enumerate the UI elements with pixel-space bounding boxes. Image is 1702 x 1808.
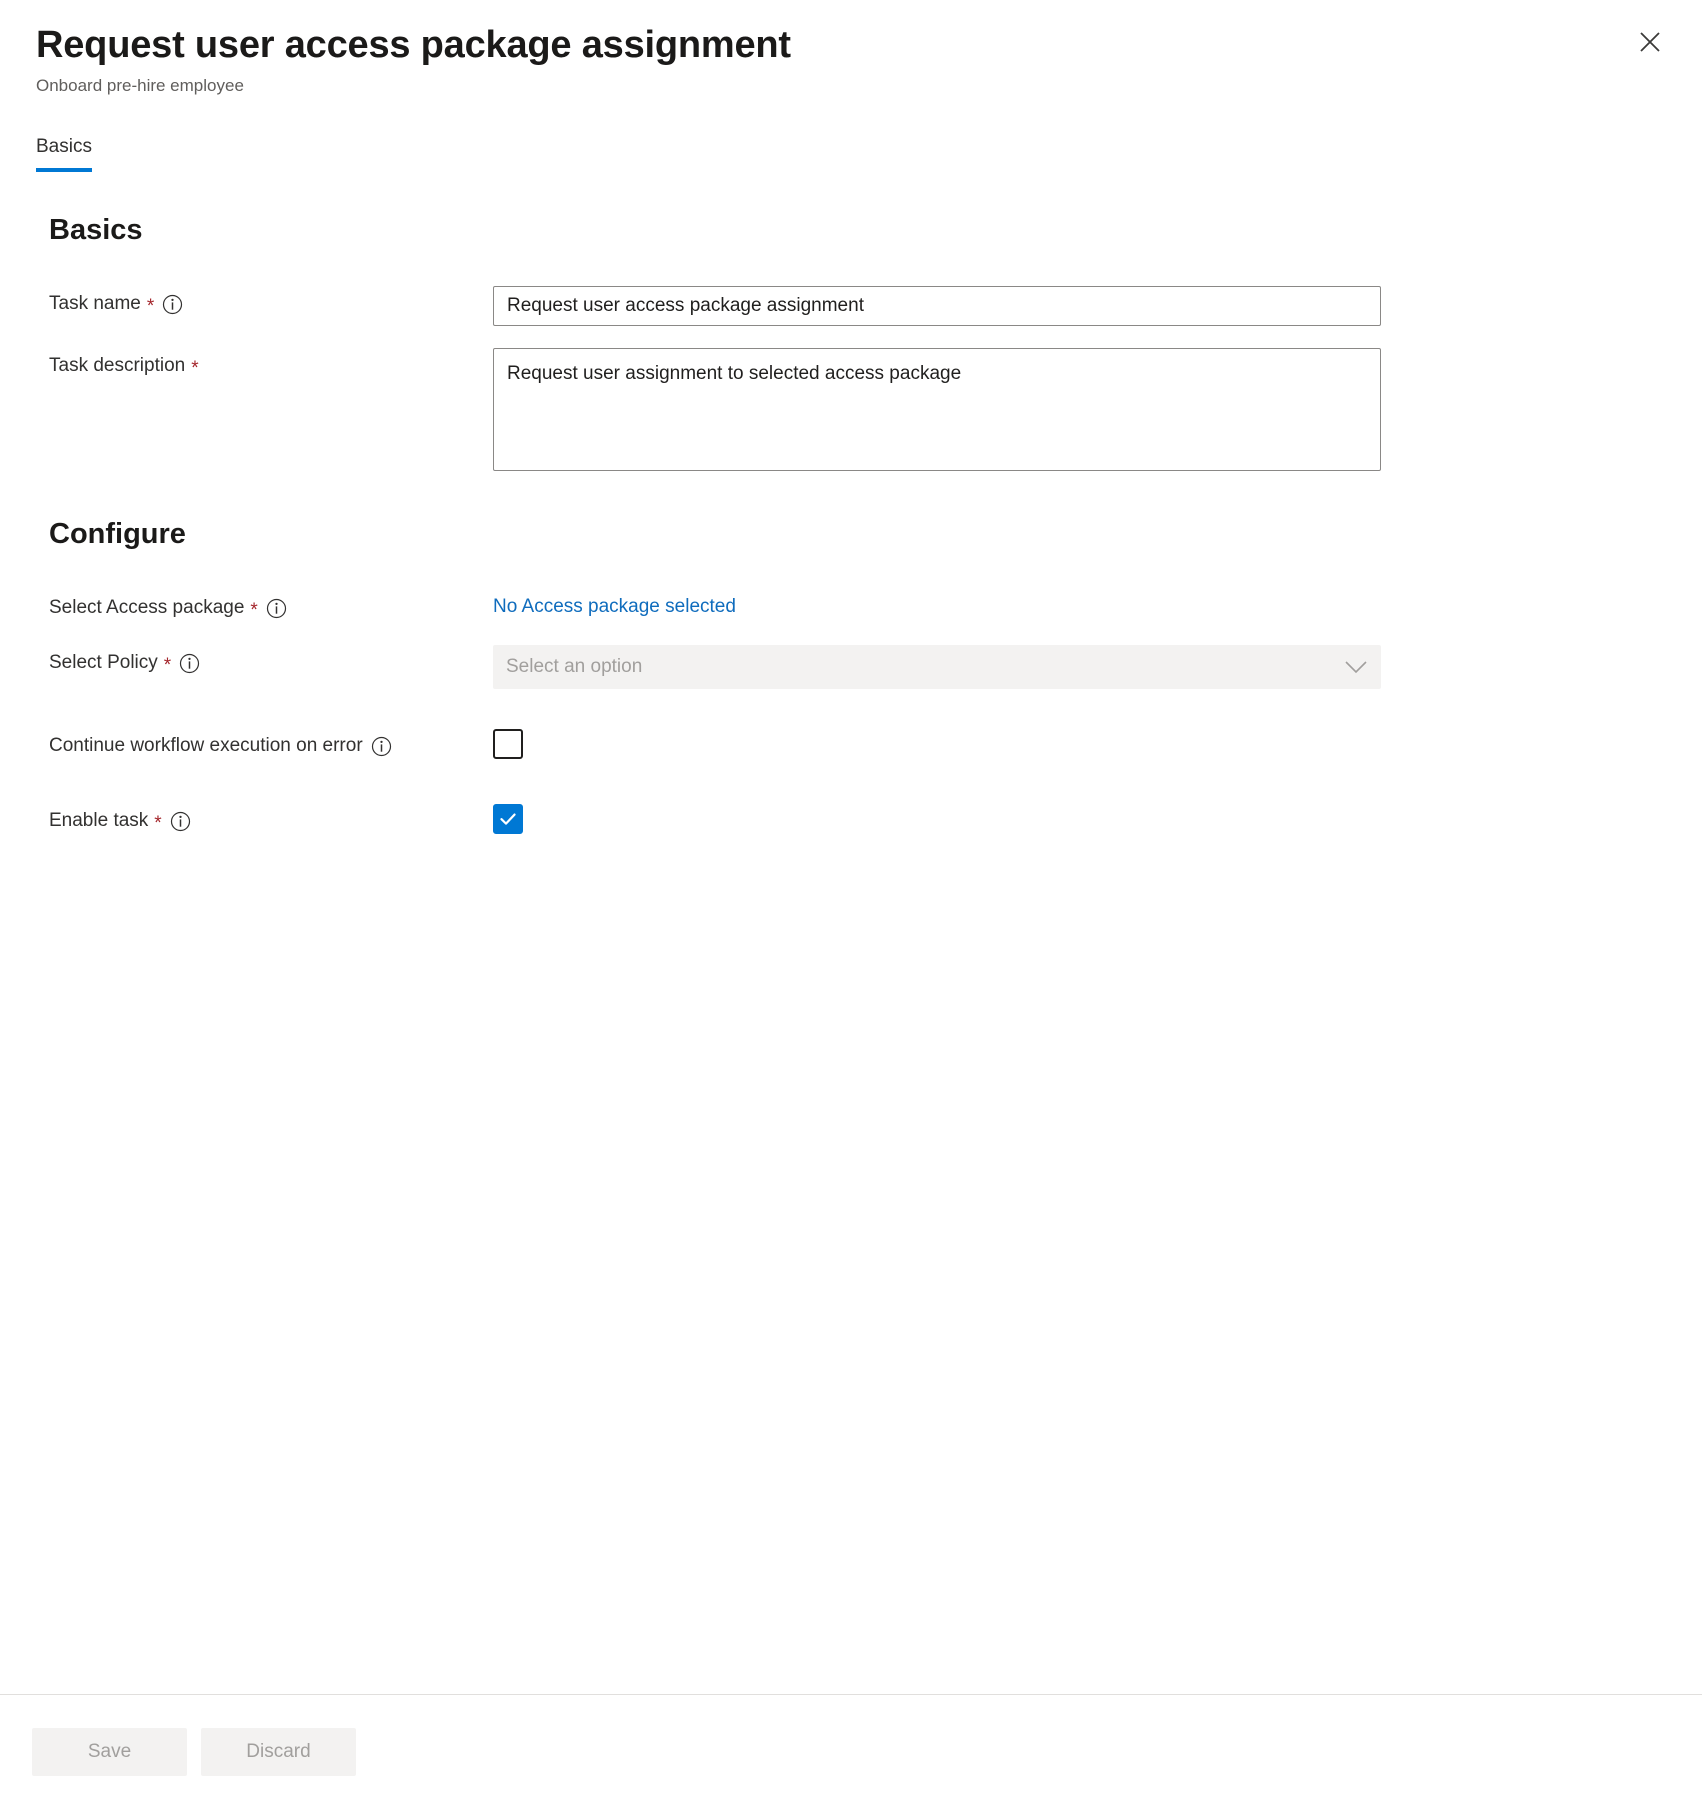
footer-command-bar: Save Discard: [0, 1694, 1702, 1808]
tab-basics-label: Basics: [36, 136, 92, 157]
page-header: Request user access package assignment O…: [0, 0, 1702, 98]
section-heading-configure: Configure: [49, 518, 1666, 551]
field-label-select-access-package: Select Access package *: [49, 590, 493, 621]
select-access-package-label-text: Select Access package: [49, 595, 244, 621]
info-icon[interactable]: [266, 598, 287, 619]
select-policy-dropdown-value: Select an option: [506, 656, 642, 678]
form-row-task-description: Task description *: [49, 348, 1666, 471]
page-subtitle: Onboard pre-hire employee: [36, 74, 1666, 98]
field-label-continue-on-error: Continue workflow execution on error: [49, 728, 493, 759]
field-label-task-name: Task name *: [49, 286, 493, 317]
info-icon[interactable]: [371, 736, 392, 757]
continue-on-error-checkbox[interactable]: [493, 729, 523, 759]
select-policy-dropdown[interactable]: Select an option: [493, 645, 1381, 689]
task-description-textarea[interactable]: [493, 348, 1381, 471]
select-access-package-required-marker: *: [250, 601, 257, 620]
no-access-package-selected-link[interactable]: No Access package selected: [493, 590, 736, 620]
tab-strip: Basics: [0, 136, 1702, 172]
enable-task-required-marker: *: [154, 814, 161, 833]
page-title: Request user access package assignment: [36, 22, 1666, 68]
select-policy-label-text: Select Policy: [49, 650, 158, 676]
task-name-label-text: Task name: [49, 291, 141, 317]
form-row-select-access-package: Select Access package * No Access packag…: [49, 590, 1666, 621]
close-icon: [1637, 29, 1663, 55]
close-button[interactable]: [1628, 20, 1672, 64]
continue-on-error-label-text: Continue workflow execution on error: [49, 733, 363, 759]
checkmark-icon: [498, 809, 518, 829]
field-label-select-policy: Select Policy *: [49, 645, 493, 676]
task-name-required-marker: *: [147, 297, 154, 316]
form-row-task-name: Task name *: [49, 286, 1666, 326]
form-body: Basics Task name * Task description * Co…: [0, 214, 1702, 834]
tab-basics[interactable]: Basics: [36, 136, 92, 172]
discard-button[interactable]: Discard: [201, 1728, 356, 1776]
info-icon[interactable]: [170, 811, 191, 832]
task-description-required-marker: *: [191, 359, 198, 378]
enable-task-checkbox[interactable]: [493, 804, 523, 834]
form-row-enable-task: Enable task *: [49, 803, 1666, 834]
field-label-task-description: Task description *: [49, 348, 493, 379]
section-heading-basics: Basics: [49, 214, 1666, 247]
save-button[interactable]: Save: [32, 1728, 187, 1776]
enable-task-label-text: Enable task: [49, 808, 148, 834]
task-name-input[interactable]: [493, 286, 1381, 326]
form-row-select-policy: Select Policy * Select an option: [49, 645, 1666, 689]
chevron-down-icon: [1345, 661, 1367, 674]
task-description-label-text: Task description: [49, 353, 185, 379]
info-icon[interactable]: [162, 294, 183, 315]
select-policy-required-marker: *: [164, 656, 171, 675]
form-row-continue-on-error: Continue workflow execution on error: [49, 728, 1666, 759]
info-icon[interactable]: [179, 653, 200, 674]
field-label-enable-task: Enable task *: [49, 803, 493, 834]
